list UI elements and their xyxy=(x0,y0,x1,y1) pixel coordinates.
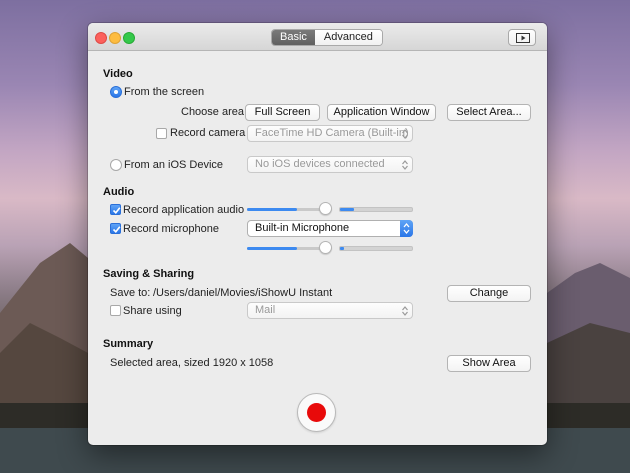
checkmark-icon xyxy=(112,207,121,214)
mic-level-meter xyxy=(339,246,413,251)
mic-volume-knob[interactable] xyxy=(319,241,332,254)
application-window-button[interactable]: Application Window xyxy=(327,104,436,121)
tab-advanced[interactable]: Advanced xyxy=(314,30,382,45)
from-screen-radio[interactable] xyxy=(110,86,122,98)
ios-device-popup[interactable]: No iOS devices connected xyxy=(247,156,413,173)
up-down-arrows-icon xyxy=(403,222,410,235)
up-down-arrows-icon xyxy=(402,129,408,139)
app-audio-volume-fill xyxy=(247,208,298,211)
mode-segmented-control: Basic Advanced xyxy=(271,29,383,46)
record-mic-label: Record microphone xyxy=(123,223,219,235)
record-app-audio-checkbox[interactable] xyxy=(110,204,121,215)
app-audio-level-meter xyxy=(339,207,413,212)
record-button[interactable] xyxy=(297,393,336,432)
show-area-button[interactable]: Show Area xyxy=(447,355,531,372)
video-section-title: Video xyxy=(103,68,133,80)
share-using-label: Share using xyxy=(123,305,182,317)
record-mic-checkbox[interactable] xyxy=(110,223,121,234)
save-path: /Users/daniel/Movies/iShowU Instant xyxy=(153,287,333,299)
change-button[interactable]: Change xyxy=(447,285,531,302)
share-service-popup[interactable]: Mail xyxy=(247,302,413,319)
save-to-label: Save to: xyxy=(110,287,151,299)
summary-section-title: Summary xyxy=(103,338,154,350)
zoom-window-button[interactable] xyxy=(123,32,135,44)
full-screen-button[interactable]: Full Screen xyxy=(245,104,320,121)
ios-device-popup-value: No iOS devices connected xyxy=(255,158,385,170)
microphone-popup-value: Built-in Microphone xyxy=(255,222,350,234)
close-window-button[interactable] xyxy=(95,32,107,44)
record-app-audio-label: Record application audio xyxy=(123,204,245,216)
microphone-popup-stepper xyxy=(400,220,413,237)
select-area-button[interactable]: Select Area... xyxy=(447,104,531,121)
share-using-checkbox[interactable] xyxy=(110,305,121,316)
microphone-popup[interactable]: Built-in Microphone xyxy=(247,220,413,237)
title-bar: Basic Advanced xyxy=(88,23,547,51)
choose-area-label: Choose area xyxy=(181,106,244,118)
camera-popup[interactable]: FaceTime HD Camera (Built-in) xyxy=(247,125,413,142)
audio-section-title: Audio xyxy=(103,186,135,198)
tab-basic[interactable]: Basic xyxy=(272,30,315,45)
from-ios-radio[interactable] xyxy=(110,159,122,171)
minimize-window-button[interactable] xyxy=(109,32,121,44)
saving-section-title: Saving & Sharing xyxy=(103,268,195,280)
up-down-arrows-icon xyxy=(402,306,408,316)
record-camera-checkbox[interactable] xyxy=(156,128,167,139)
mic-volume-fill xyxy=(247,247,298,250)
preview-button[interactable] xyxy=(508,29,536,46)
from-screen-label: From the screen xyxy=(124,86,205,98)
app-audio-level-fill xyxy=(340,208,355,211)
play-screen-icon xyxy=(516,33,530,43)
mic-level-fill xyxy=(340,247,344,250)
checkmark-icon xyxy=(112,226,121,233)
summary-text: Selected area, sized 1920 x 1058 xyxy=(110,357,274,369)
from-ios-label: From an iOS Device xyxy=(124,159,224,171)
app-audio-volume-knob[interactable] xyxy=(319,202,332,215)
record-camera-label: Record camera xyxy=(170,127,246,139)
camera-popup-value: FaceTime HD Camera (Built-in) xyxy=(255,127,409,139)
record-dot-icon xyxy=(307,403,326,422)
app-window: Basic Advanced Video From the screen Cho… xyxy=(88,23,547,445)
up-down-arrows-icon xyxy=(402,160,408,170)
share-service-popup-value: Mail xyxy=(255,304,276,316)
